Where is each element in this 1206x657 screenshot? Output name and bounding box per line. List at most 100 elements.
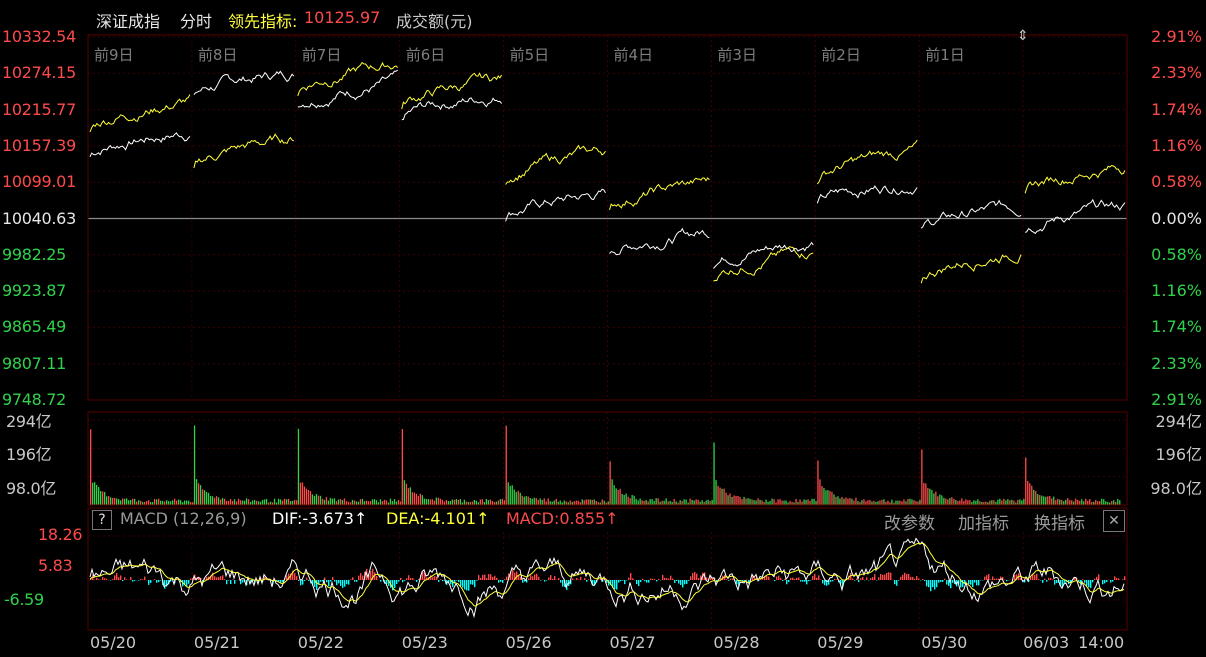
day-label: 前6日 — [405, 46, 446, 64]
macd-bar — [522, 580, 524, 583]
macd-bar — [1044, 578, 1046, 580]
volume-bar — [815, 501, 817, 505]
help-icon[interactable]: ? — [92, 510, 112, 530]
percent-axis-label: 1.74% — [1151, 99, 1202, 119]
volume-bar — [369, 501, 372, 505]
macd-bar — [502, 580, 504, 583]
volume-bar — [317, 495, 320, 505]
macd-bar — [228, 580, 230, 581]
index-line-segment — [193, 70, 295, 95]
volume-bar — [239, 500, 242, 505]
volume-bar — [281, 500, 284, 505]
macd-bar — [808, 580, 810, 582]
volume-bar — [537, 499, 539, 505]
volume-bar — [865, 501, 867, 505]
volume-bar — [325, 497, 328, 505]
macd-bar — [144, 576, 146, 580]
volume-bar — [138, 500, 140, 505]
index-line-segment — [1024, 198, 1126, 235]
scroll-arrows-icon[interactable]: ⇕ — [1017, 28, 1029, 44]
volume-bar — [589, 499, 591, 505]
volume-bar — [339, 499, 342, 505]
volume-bar — [545, 501, 547, 505]
percent-axis-label: 0.58% — [1151, 172, 1202, 192]
volume-bar — [507, 482, 509, 505]
volume-bar — [523, 496, 525, 505]
volume-bar — [681, 501, 683, 505]
mode-label[interactable]: 分时 — [180, 8, 212, 32]
macd-bar — [104, 578, 106, 580]
volume-bar — [595, 501, 597, 505]
macd-bar — [142, 579, 144, 580]
macd-bar — [346, 580, 348, 585]
volume-bar — [407, 488, 409, 505]
volume-bar — [383, 499, 386, 505]
day-label: 前1日 — [925, 46, 965, 64]
volume-bar — [695, 499, 697, 505]
edit-params-button[interactable]: 改参数 — [884, 509, 935, 534]
macd-bar — [504, 579, 506, 580]
volume-bar — [1019, 499, 1021, 505]
macd-bar — [150, 580, 152, 583]
volume-bar — [265, 498, 268, 505]
volume-bar — [283, 498, 286, 505]
volume-bar — [379, 499, 382, 505]
macd-bar — [498, 580, 500, 583]
macd-bar — [472, 580, 474, 585]
volume-bar — [629, 498, 631, 505]
volume-bar — [757, 498, 759, 505]
volume-bar — [419, 493, 421, 505]
volume-bar — [241, 500, 244, 505]
macd-bar — [226, 580, 228, 585]
volume-bar — [389, 498, 392, 505]
price-axis-label: 10040.63 — [2, 208, 76, 228]
macd-bar — [692, 573, 694, 580]
volume-bar — [345, 501, 348, 505]
macd-bar — [148, 580, 150, 585]
volume-bar — [897, 500, 899, 505]
volume-bar — [1047, 496, 1049, 505]
volume-bar — [475, 500, 477, 505]
macd-bar — [336, 580, 338, 586]
volume-bar — [1111, 501, 1113, 505]
close-icon[interactable]: ✕ — [1103, 510, 1125, 532]
macd-bar — [902, 574, 904, 580]
volume-bar — [701, 500, 703, 505]
volume-bar — [765, 499, 767, 505]
macd-bar — [464, 580, 466, 590]
volume-bar — [781, 500, 783, 505]
volume-bar — [609, 461, 611, 505]
leading-line-segment — [297, 61, 399, 97]
macd-bar — [804, 580, 806, 582]
macd-bar — [648, 580, 650, 583]
volume-bar — [170, 501, 172, 505]
macd-bar — [984, 576, 986, 580]
macd-title[interactable]: MACD (12,26,9) — [120, 509, 247, 528]
day-label: 前3日 — [717, 46, 757, 64]
macd-bar — [674, 580, 676, 583]
volume-bar — [108, 496, 110, 505]
volume-bar — [881, 499, 883, 505]
volume-bar — [1073, 501, 1075, 505]
add-indicator-button[interactable]: 加指标 — [958, 509, 1009, 534]
macd-bar — [344, 580, 346, 587]
volume-bar — [733, 495, 735, 505]
volume-bar — [509, 485, 511, 505]
volume-bar — [565, 501, 567, 505]
macd-bar — [1006, 580, 1008, 582]
volume-bar — [941, 495, 943, 505]
switch-indicator-button[interactable]: 换指标 — [1034, 509, 1085, 534]
macd-bar — [134, 580, 136, 581]
macd-bar — [898, 580, 900, 581]
volume-bar — [331, 498, 334, 505]
volume-bar — [593, 499, 595, 505]
volume-bar — [309, 491, 312, 505]
volume-bar — [174, 498, 176, 505]
volume-bar — [102, 491, 104, 505]
macd-bar — [1042, 580, 1044, 583]
volume-bar — [197, 483, 200, 505]
volume-bar — [873, 500, 875, 505]
percent-axis-label: 2.91% — [1151, 27, 1202, 46]
volume-bar — [871, 501, 873, 505]
volume-bar — [633, 495, 635, 505]
